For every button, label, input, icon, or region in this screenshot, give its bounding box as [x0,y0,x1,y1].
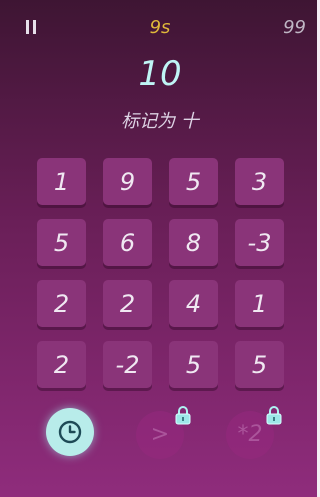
coin-count: 99 [283,17,306,38]
pause-icon[interactable] [24,18,38,36]
tile-r1-c1[interactable]: 1 [37,158,86,205]
powerup-bar: > *2 [0,405,320,465]
hint-clock-button[interactable] [46,408,94,456]
tile-r1-c4[interactable]: 3 [235,158,284,205]
number-grid: 1 9 5 3 5 6 8 -3 2 2 4 1 2 -2 5 5 [37,158,285,390]
tile-r4-c2[interactable]: -2 [103,341,152,388]
target-number: 10 [138,54,182,94]
top-bar: 9s 99 [0,0,320,52]
pause-bar-right [33,20,36,34]
tile-r1-c2[interactable]: 9 [103,158,152,205]
pause-bar-left [26,20,29,34]
tile-r2-c1[interactable]: 5 [37,219,86,266]
tile-r4-c3[interactable]: 5 [169,341,218,388]
tile-r3-c3[interactable]: 4 [169,280,218,327]
tile-r3-c2[interactable]: 2 [103,280,152,327]
instruction-text: 标记为 十 [121,111,199,132]
tile-r2-c2[interactable]: 6 [103,219,152,266]
tile-r2-c3[interactable]: 8 [169,219,218,266]
tile-r1-c3[interactable]: 5 [169,158,218,205]
lock-icon [266,406,282,425]
tile-r3-c4[interactable]: 1 [235,280,284,327]
tile-r4-c4[interactable]: 5 [235,341,284,388]
tile-r3-c1[interactable]: 2 [37,280,86,327]
clock-icon [58,420,82,444]
tile-r2-c4[interactable]: -3 [235,219,284,266]
tile-r4-c1[interactable]: 2 [37,341,86,388]
lock-icon [175,406,191,425]
countdown-timer: 9s [149,17,171,38]
